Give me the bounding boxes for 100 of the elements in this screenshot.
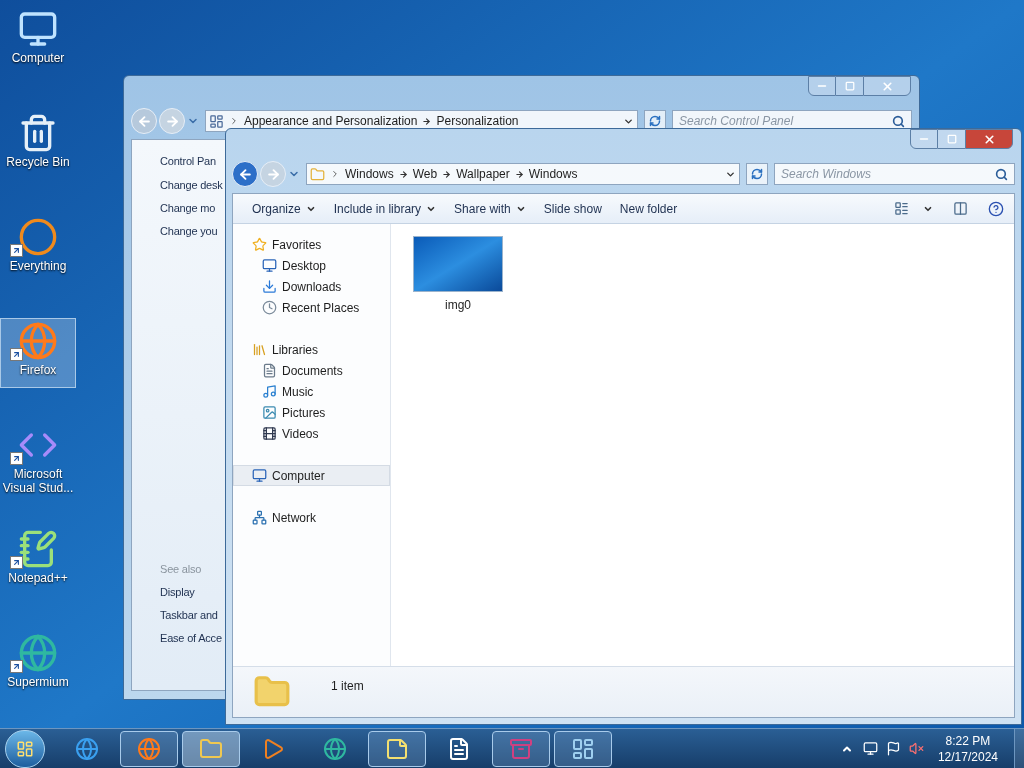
toolbar-button[interactable]: Share with bbox=[445, 196, 535, 221]
desktop-icon-label: Microsoft Visual Stud... bbox=[1, 467, 75, 495]
document-icon bbox=[262, 363, 277, 378]
close-icon bbox=[880, 79, 894, 93]
breadcrumb-item[interactable]: Web bbox=[412, 165, 438, 183]
folder-icon bbox=[199, 736, 223, 761]
maximize-icon bbox=[844, 81, 855, 91]
desktop-icon[interactable]: Everything bbox=[0, 214, 76, 284]
maximize-button[interactable] bbox=[836, 76, 863, 96]
navigation-item[interactable]: Videos bbox=[233, 423, 390, 444]
muted-speaker-icon[interactable] bbox=[908, 741, 924, 756]
preview-pane-icon[interactable] bbox=[953, 201, 968, 216]
navigation-item[interactable]: Music bbox=[233, 381, 390, 402]
navigation-item[interactable]: Pictures bbox=[233, 402, 390, 423]
see-also-heading: See also bbox=[160, 562, 202, 577]
breadcrumb-item[interactable]: Personalization bbox=[436, 112, 519, 130]
separator-arrow-icon[interactable] bbox=[422, 116, 432, 126]
desktop-icon-label: Everything bbox=[9, 259, 67, 273]
desktop-icon-label: Notepad++ bbox=[8, 571, 68, 585]
clock-icon bbox=[262, 300, 277, 315]
globe-icon bbox=[323, 736, 347, 761]
see-also-link[interactable]: Display bbox=[160, 585, 195, 600]
close-button[interactable] bbox=[863, 76, 911, 96]
navigation-item[interactable]: Documents bbox=[233, 360, 390, 381]
monitor-icon bbox=[262, 258, 277, 273]
globe-icon bbox=[137, 736, 161, 761]
navigation-item[interactable]: Desktop bbox=[233, 255, 390, 276]
start-button[interactable] bbox=[5, 729, 45, 768]
separator-arrow-icon[interactable] bbox=[442, 169, 452, 179]
task-link[interactable]: Control Pan bbox=[160, 154, 216, 169]
flag-icon[interactable] bbox=[885, 741, 901, 756]
notepad-icon bbox=[18, 529, 58, 569]
desktop-icon[interactable]: Supermium bbox=[0, 630, 76, 700]
film-icon bbox=[262, 426, 277, 441]
help-icon[interactable] bbox=[988, 200, 1004, 217]
task-link[interactable]: Change desk bbox=[160, 178, 223, 193]
toolbar-button[interactable]: Slide show bbox=[534, 196, 611, 221]
navigation-group[interactable]: Computer bbox=[233, 465, 390, 486]
task-link[interactable]: Change you bbox=[160, 224, 218, 239]
see-also-link[interactable]: Taskbar and bbox=[160, 608, 218, 623]
navigation-item[interactable]: Recent Places bbox=[233, 297, 390, 318]
toolbar-button[interactable]: New folder bbox=[610, 196, 687, 221]
monitor-icon bbox=[18, 9, 58, 49]
breadcrumb-item[interactable]: Wallpaper bbox=[456, 165, 510, 183]
task-link[interactable]: Change mo bbox=[160, 201, 216, 216]
taskbar-button[interactable] bbox=[368, 730, 426, 767]
see-also-link[interactable]: Ease of Acce bbox=[160, 631, 222, 646]
refresh-button[interactable] bbox=[746, 163, 768, 185]
refresh-icon bbox=[649, 115, 661, 127]
desktop-icon[interactable]: Computer bbox=[0, 6, 76, 76]
toolbar-button[interactable]: Organize bbox=[243, 196, 325, 221]
desktop-icon-label: Recycle Bin bbox=[6, 155, 70, 169]
address-bar[interactable]: Windows Web Wallpaper Windows bbox=[306, 163, 740, 185]
desktop-icon[interactable]: Firefox bbox=[0, 318, 76, 388]
overflow-chevrons-icon[interactable] bbox=[330, 169, 340, 179]
navigation-group[interactable]: Libraries bbox=[233, 339, 390, 360]
ring-icon bbox=[18, 217, 58, 257]
panel-icon bbox=[571, 736, 595, 761]
library-icon bbox=[252, 342, 267, 357]
maximize-button[interactable] bbox=[938, 129, 965, 149]
globe-icon bbox=[18, 633, 58, 673]
star-icon bbox=[252, 237, 267, 252]
toolbar-button[interactable]: Include in library bbox=[324, 196, 446, 221]
overflow-chevrons-icon[interactable] bbox=[229, 116, 239, 126]
view-icon[interactable] bbox=[894, 201, 909, 216]
network-icon[interactable] bbox=[862, 741, 878, 756]
forward-arrow-icon bbox=[265, 166, 281, 182]
breadcrumb-item[interactable]: Appearance and Personalization bbox=[244, 112, 418, 130]
clock[interactable]: 8:22 PM 12/17/2024 bbox=[937, 732, 998, 765]
music-icon bbox=[262, 384, 277, 399]
navigation-group[interactable]: Favorites bbox=[233, 234, 390, 255]
network-icon bbox=[252, 510, 267, 525]
search-placeholder: Search Windows bbox=[781, 166, 872, 183]
separator-arrow-icon[interactable] bbox=[514, 169, 524, 179]
item-count: 1 item bbox=[331, 678, 364, 695]
minimize-button[interactable] bbox=[808, 76, 836, 96]
breadcrumb-item[interactable]: Windows bbox=[345, 165, 394, 183]
breadcrumb-item[interactable]: Windows bbox=[528, 165, 578, 183]
file-item[interactable]: img0 bbox=[412, 235, 504, 315]
search-placeholder: Search Control Panel bbox=[679, 113, 795, 130]
globe-icon bbox=[75, 736, 99, 761]
show-desktop-button[interactable] bbox=[1014, 728, 1024, 768]
note-icon bbox=[385, 736, 409, 761]
computer-icon bbox=[252, 468, 267, 483]
document-icon bbox=[447, 736, 471, 761]
desktop-icon[interactable]: Notepad++ bbox=[0, 526, 76, 596]
desktop-icon[interactable]: Microsoft Visual Stud... bbox=[0, 422, 76, 492]
control-panel-icon bbox=[209, 113, 224, 129]
search-icon bbox=[892, 114, 905, 128]
picture-icon bbox=[262, 405, 277, 420]
download-icon bbox=[262, 279, 277, 294]
separator-arrow-icon[interactable] bbox=[398, 169, 408, 179]
back-button[interactable] bbox=[232, 161, 258, 187]
minimize-button[interactable] bbox=[910, 129, 938, 149]
navigation-group[interactable]: Network bbox=[233, 507, 390, 528]
globe-icon bbox=[18, 321, 58, 361]
close-button[interactable] bbox=[965, 129, 1013, 149]
maximize-icon bbox=[946, 134, 957, 144]
desktop-icon[interactable]: Recycle Bin bbox=[0, 110, 76, 180]
navigation-item[interactable]: Downloads bbox=[233, 276, 390, 297]
